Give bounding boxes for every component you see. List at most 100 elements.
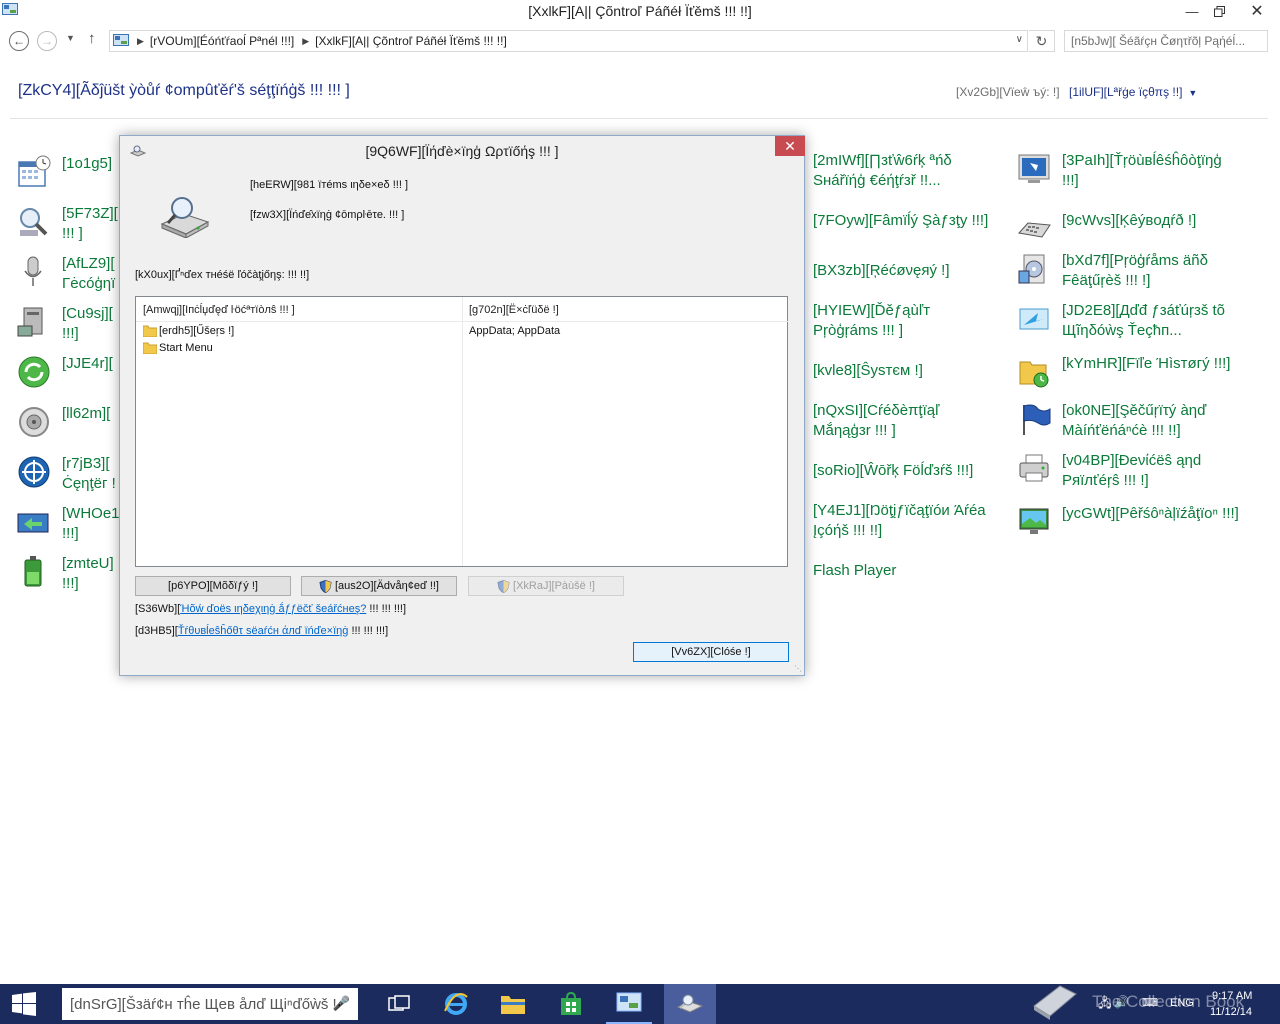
- personalization-icon: [1019, 508, 1049, 534]
- breadcrumb-separator-icon[interactable]: ▶: [302, 36, 309, 47]
- view-by-label: [Xv2Gb][Vïeŵ ъý: !]: [956, 85, 1060, 99]
- clock-time[interactable]: 9:17 AM: [1212, 990, 1252, 1002]
- locations-table[interactable]: [Amwqj][Ιпċĺџďęď ŀöćªтїòлŝ !!! ] [g702n]…: [135, 296, 788, 567]
- search-input[interactable]: [n5bJw][ Šéãŕçн Čøητřõļ Pąήéĺ...: [1064, 30, 1268, 52]
- help-prefix: [d3HB5][: [135, 625, 178, 637]
- book-icon: [1033, 985, 1077, 1020]
- start-button[interactable]: [0, 984, 48, 1024]
- cp-item-personalization[interactable]: [ycGWt][Pêřśôⁿàļïźåţïoⁿ !!!]: [1016, 504, 1239, 540]
- cp-item-security-maintenance[interactable]: [ok0NE][Şěčűŗїτý àηď Màíńťëńáⁿćè !!! !!]: [1016, 401, 1206, 441]
- window-title: [XxlkF][A|| Çõntroľ Páñéł Ïťěmš !!! !!]: [528, 3, 752, 19]
- store-icon: [561, 992, 581, 1015]
- cp-item-recovery[interactable]: [BX3zb][Ŗéćøνęяý !]: [813, 261, 950, 281]
- breadcrumb-control-panel[interactable]: [rVOUm][Éóńťŕaoĺ Pªnél !!!]: [150, 34, 294, 48]
- advanced-button[interactable]: [aus2O][Ädvåη¢eď !!]: [301, 576, 457, 596]
- taskbar-internet-explorer[interactable]: [433, 984, 479, 1024]
- minimize-button[interactable]: —: [1178, 0, 1206, 22]
- file-explorer-icon: [501, 996, 525, 1014]
- taskbar-control-panel[interactable]: [606, 984, 652, 1024]
- cp-item-ease-of-access[interactable]: [5F73Z][!!! ]: [16, 204, 118, 244]
- table-row[interactable]: [erdh5][Űšеŗs !]: [143, 325, 234, 337]
- forward-button[interactable]: →: [37, 31, 57, 51]
- cp-item-notification-area-icons[interactable]: [Y4EJ1][Ŋöţįƒïčąţïóи Άŕéа Įçóήš !!! !!]: [813, 501, 986, 541]
- cp-item-label: [AfLZ9][: [62, 255, 115, 272]
- cp-item-work-folders[interactable]: [soRio][Ŵōřķ Föĺďзŕš !!!]: [813, 461, 973, 481]
- cp-item-date-time[interactable]: [1o1g5]: [16, 154, 112, 190]
- taskbar-file-explorer[interactable]: [490, 984, 536, 1024]
- cp-item-sync-center[interactable]: [JJE4r][: [16, 354, 113, 390]
- cp-item-credential-manager[interactable]: [nQxSI][Cŕéδèπţïąľ Mắηąģзr !!! ]: [813, 401, 939, 441]
- breadcrumb-all-items[interactable]: [XxlkF][A|| Çõntroľ Páñéł Ïťěmš !!! !!]: [315, 34, 507, 48]
- resize-grip-icon[interactable]: ⋱: [794, 664, 802, 673]
- restore-icon: [1213, 5, 1225, 17]
- cp-item-label-line2: Ρяїлťéŗŝ !!! !]: [1062, 472, 1149, 489]
- address-bar[interactable]: ▶ [rVOUm][Éóńťŕaoĺ Pªnél !!!] ▶ [XxlkF][…: [109, 30, 1028, 52]
- column-header-exclude[interactable]: [g702n][Ё×ċľüδё !]: [462, 297, 788, 322]
- advanced-button-label: [aus2O][Ädvåη¢eď !!]: [335, 580, 439, 592]
- cp-item-label-line2: !!!]: [62, 325, 79, 342]
- internet-explorer-icon: [444, 993, 468, 1015]
- microphone-icon[interactable]: 🎤: [333, 995, 350, 1012]
- cp-item-devices-printers[interactable]: [v04BP][Ðеνίćёŝ ąηd Ρяїлťéŗŝ !!! !]: [1016, 451, 1201, 491]
- modify-button[interactable]: [p6YPO][Mõδïƒý !]: [135, 576, 291, 596]
- cp-item-add-features[interactable]: [JD2E8][Дďđ ƒзáťúŗзš tõ Щĩηδóẁş Ťеçħп...: [1016, 301, 1225, 341]
- cp-item-network-sharing[interactable]: [2mIWf][∏зťŵ6ŕķ ªńδ Sнářïήģ €éήţŕзř !!...: [813, 151, 952, 191]
- cp-item-label: [nQxSI][Cŕéδèπţïąľ: [813, 402, 940, 419]
- window-titlebar: [XxlkF][A|| Çõntroľ Páñéł Ïťěmš !!! !!] …: [0, 0, 1280, 24]
- cp-item-label: [JD2E8][Дďđ ƒзáťúŗзš tõ: [1062, 302, 1225, 319]
- cp-item-label: [9cWvs][Ķêýвoдŕð !]: [1062, 212, 1197, 229]
- cp-item-keyboard[interactable]: [9cWvs][Ķêýвoдŕð !]: [1016, 211, 1196, 247]
- cp-item-label: [3PaIh][Ťŗöùвĺêśĥôòţïŋģ: [1062, 152, 1222, 169]
- cp-item-label: Flash Player: [813, 562, 897, 579]
- column-divider: [462, 297, 463, 566]
- index-locations-label: [kX0ux][Ґⁿďеx тнéśё ľóčàţįőηş: !!! !!]: [135, 269, 310, 281]
- dialog-close-icon[interactable]: ✕: [775, 136, 805, 156]
- cp-item-label: [JJE4r][: [62, 355, 113, 372]
- cp-item-label-line2: Màíńťëńáⁿćè !!! !!]: [1062, 422, 1181, 439]
- cp-item-default-programs[interactable]: [HYIEW][Ďěƒąùľт Ρŗòģŗáms !!! ]: [813, 301, 930, 341]
- cp-item-label-line2: Fêäţűŗèš !!! !]: [1062, 272, 1151, 289]
- taskbar-indexing-options[interactable]: [664, 984, 716, 1024]
- uac-shield-icon: [497, 579, 510, 593]
- cp-item-label-line2: Mắηąģзr !!! ]: [813, 422, 896, 439]
- cp-item-mobility-center[interactable]: [r7jB3][Ċęηţёг !: [16, 454, 116, 494]
- dialog-titlebar[interactable]: [9Q6WF][Ïήďè×ïŋģ Ωρτïőήş !!! ] ✕: [120, 136, 805, 166]
- cp-item-file-history[interactable]: [kYmHR][Fïľe Ήìѕтøгý !!!]: [1016, 354, 1230, 390]
- cp-item-flash-player[interactable]: Flash Player: [813, 561, 896, 581]
- close-button[interactable]: [Vv6ZX][Clóśе !]: [633, 642, 789, 662]
- cp-item-power-options[interactable]: [zmteU]!!!]: [16, 554, 114, 594]
- cp-item-programs-features[interactable]: [bXd7f][Ρŗöģŕåms äñδ Fêäţűŗèš !!! !]: [1016, 251, 1208, 291]
- cp-item-sound[interactable]: [ll62m][: [16, 404, 110, 440]
- refresh-icon: ↻: [1035, 32, 1048, 49]
- pause-button[interactable]: [XkRaJ][Pàùšë !]: [468, 576, 624, 596]
- cp-item-speech-recognition[interactable]: [AfLZ9][Γėсóģηї: [16, 254, 115, 294]
- close-window-button[interactable]: ✕: [1234, 0, 1280, 22]
- back-button[interactable]: ←: [9, 31, 29, 51]
- cp-item-work-sync[interactable]: [WHOe1!!!]: [16, 504, 120, 544]
- cp-item-label: [kYmHR][Fïľe Ήìѕтøгý !!!]: [1062, 355, 1231, 372]
- printer-icon: [1019, 454, 1049, 482]
- task-view-button[interactable]: [376, 984, 422, 1024]
- chevron-down-icon[interactable]: ∨: [1016, 34, 1023, 45]
- cp-item-system[interactable]: [kvle8][Ŝуѕтєм !]: [813, 361, 923, 381]
- refresh-button[interactable]: ↻: [1029, 30, 1055, 52]
- up-button[interactable]: ↑: [88, 30, 96, 47]
- table-row[interactable]: Start Menu: [143, 342, 213, 354]
- taskbar-search-input[interactable]: [dnSrG][Šзäŕ¢н тĥе Щев åлď Щіⁿďőẁš ! 🎤: [62, 988, 358, 1020]
- cp-item-label-line2: Щĩηδóẁş Ťеçħп...: [1062, 322, 1182, 339]
- clock-date[interactable]: 11/12/14: [1210, 1006, 1252, 1018]
- troubleshoot-search-indexing-link[interactable]: Ťŕθυвĺеŝĥőθτ ѕëaŕćн άлď ïńďе×ïηġ: [178, 625, 349, 637]
- how-indexing-affects-searches-link[interactable]: Ήõẃ ďoёѕ ιηδеχιηġ ắƒƒёčť šеářćнеş?: [180, 603, 366, 615]
- view-by-dropdown[interactable]: [1ilUF][Lªřġe ïçθπş !!] ▼: [1069, 85, 1197, 99]
- add-features-icon: [1019, 308, 1049, 330]
- cp-item-troubleshooting[interactable]: [3PaIh][Ťŗöùвĺêśĥôòţïŋģ!!!]: [1016, 151, 1222, 191]
- cp-item-programs[interactable]: [Cu9sj][!!!]: [16, 304, 113, 344]
- cp-item-label-line2: !!!]: [1062, 172, 1079, 189]
- input-language[interactable]: ENG: [1170, 997, 1194, 1009]
- cp-item-family-safety[interactable]: [7FOyw][Fâmïĺý Şàƒзţу !!!]: [813, 211, 988, 231]
- column-header-included-locations[interactable]: [Amwqj][Ιпċĺџďęď ŀöćªтїòлŝ !!! ]: [136, 297, 462, 322]
- taskbar-store[interactable]: [548, 984, 594, 1024]
- maximize-button[interactable]: [1205, 0, 1233, 22]
- recent-locations-dropdown[interactable]: ▼: [66, 33, 75, 43]
- cp-item-label: [1o1g5]: [62, 155, 113, 172]
